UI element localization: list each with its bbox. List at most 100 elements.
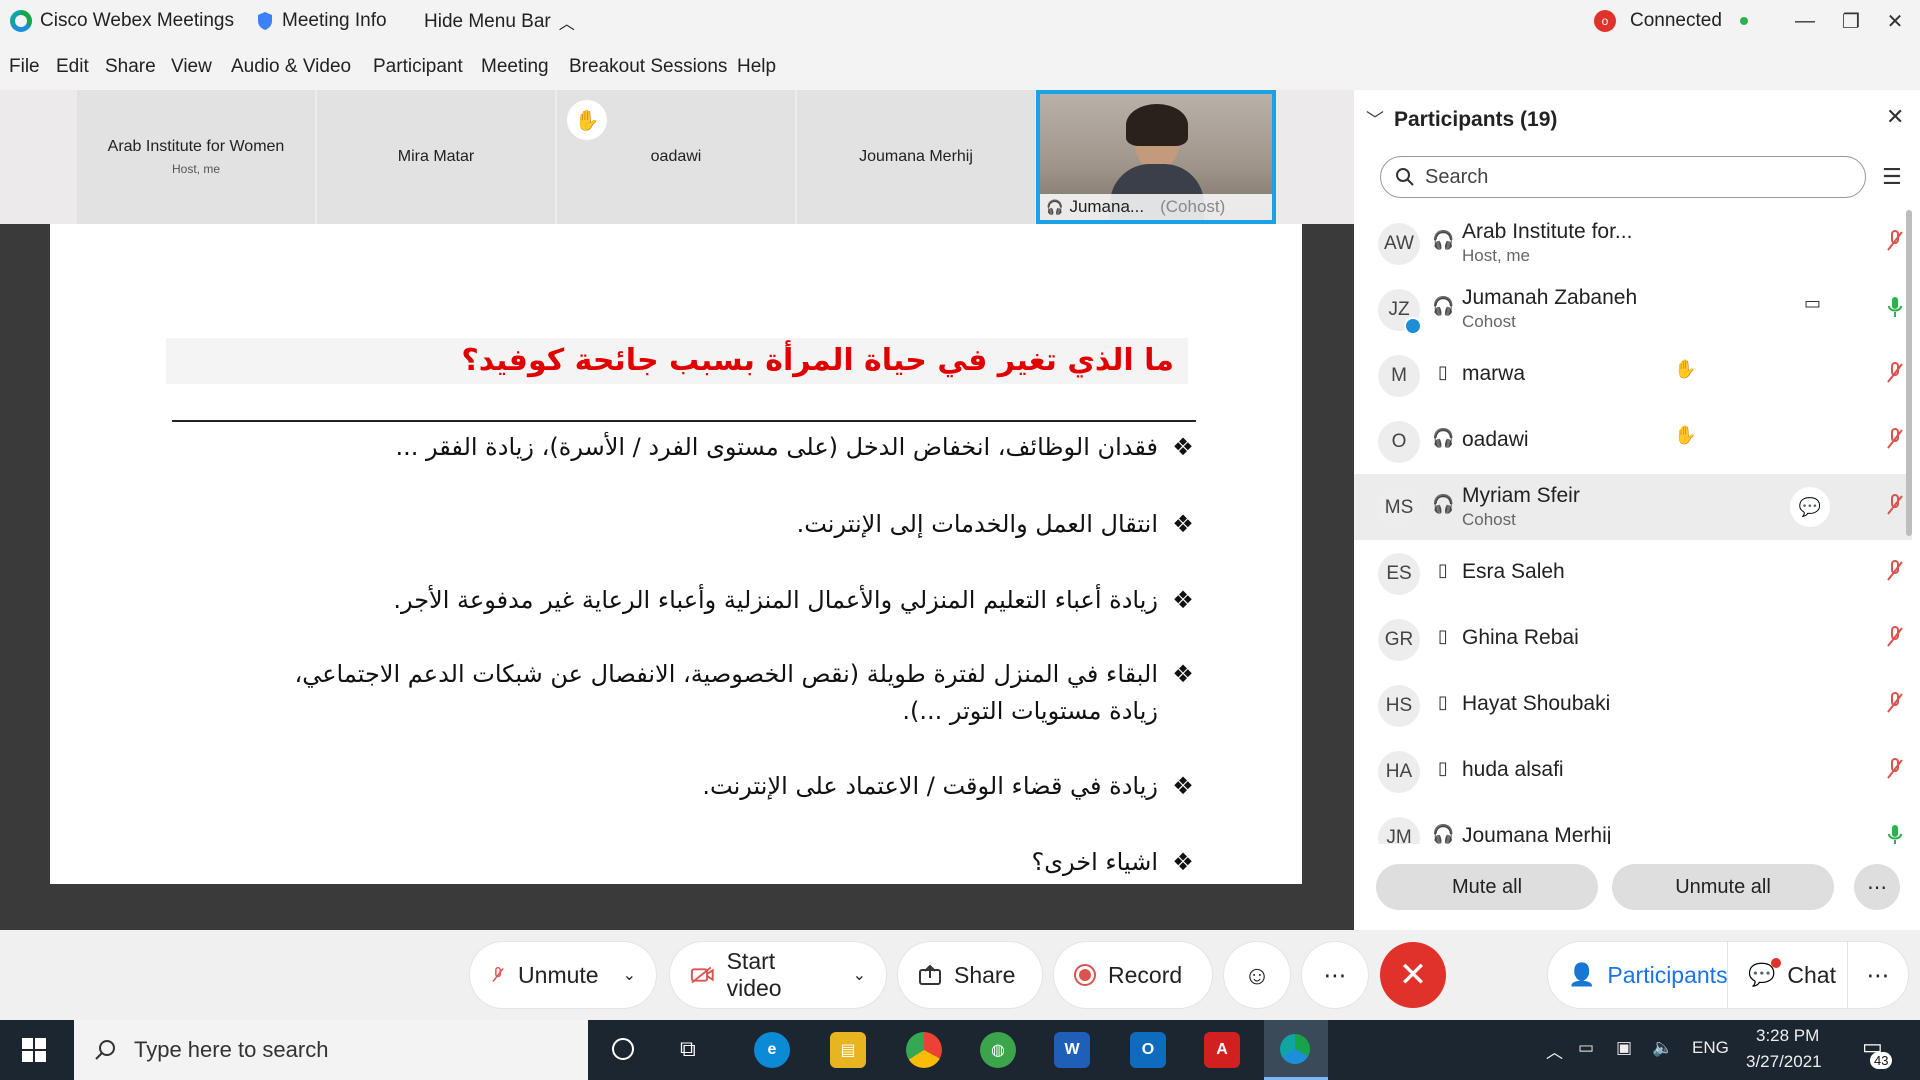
chevron-down-icon[interactable]: ⌄ (623, 965, 636, 985)
notification-count: 43 (1870, 1052, 1893, 1069)
mic-on-icon[interactable] (1884, 294, 1906, 320)
more-options-button[interactable]: ⋯ (1854, 864, 1900, 910)
menu-meeting[interactable]: Meeting (481, 56, 549, 78)
battery-icon[interactable]: ▭ (1578, 1038, 1594, 1058)
participant-row[interactable]: HS ▯ Hayat Shoubaki (1354, 672, 1912, 738)
chevron-down-icon[interactable]: ﹀ (1366, 106, 1384, 132)
mic-on-icon[interactable] (1884, 822, 1906, 844)
participant-row[interactable]: O 🎧 oadawi ✋ (1354, 408, 1912, 474)
avatar: HS (1378, 685, 1420, 727)
file-explorer-icon[interactable]: ▤ (830, 1032, 866, 1068)
chat-button[interactable]: 💬 Chat (1728, 942, 1848, 1008)
hide-menu-bar-button[interactable]: Hide Menu Bar ︿ (424, 10, 575, 34)
clock-date[interactable]: 3/27/2021 (1746, 1052, 1822, 1072)
participant-row[interactable]: ES ▯ Esra Saleh (1354, 540, 1912, 606)
record-button[interactable]: Record (1054, 942, 1212, 1008)
menu-participant[interactable]: Participant (373, 56, 463, 78)
language-indicator[interactable]: ENG (1692, 1038, 1729, 1058)
more-button[interactable]: ⋯ (1302, 942, 1368, 1008)
restore-button[interactable]: ❐ (1826, 4, 1876, 38)
acrobat-icon[interactable]: A (1204, 1032, 1240, 1068)
menu-help[interactable]: Help (737, 56, 776, 78)
end-meeting-button[interactable]: ✕ (1380, 942, 1446, 1008)
participant-row[interactable]: MS 🎧 Myriam Sfeir Cohost 💬 (1354, 474, 1912, 540)
outlook-icon[interactable]: O (1130, 1032, 1166, 1068)
participant-row[interactable]: JZ 🎧 Jumanah Zabaneh Cohost ▭ (1354, 276, 1912, 342)
volume-icon[interactable]: 🔈 (1652, 1038, 1673, 1058)
connected-dot-icon (1739, 17, 1748, 25)
participants-button[interactable]: 👤 Participants (1548, 942, 1728, 1008)
phone-icon: ▯ (1438, 362, 1448, 382)
video-tile[interactable]: ✋ oadawi (557, 90, 795, 224)
mic-muted-icon[interactable] (1884, 756, 1906, 782)
participant-row[interactable]: HA ▯ huda alsafi (1354, 738, 1912, 804)
diamond-bullet-icon: ❖ (1172, 510, 1194, 538)
panel-more-button[interactable]: ⋯ (1848, 942, 1908, 1008)
video-camera-icon: ▭ (1804, 293, 1822, 313)
edge-icon[interactable]: e (754, 1032, 790, 1068)
meeting-controls: Unmute ⌄ Start video ⌄ Share Record ☺ ⋯ … (0, 930, 1920, 1020)
windows-start-icon[interactable] (22, 1038, 46, 1062)
meeting-info-button[interactable]: Meeting Info (256, 10, 387, 32)
mic-muted-icon (492, 966, 504, 983)
globe-app-icon[interactable]: ◍ (980, 1032, 1016, 1068)
word-icon[interactable]: W (1054, 1032, 1090, 1068)
participant-row[interactable]: AW 🎧 Arab Institute for... Host, me (1354, 210, 1912, 276)
chat-icon: 💬 (1748, 958, 1782, 988)
menu-file[interactable]: File (9, 56, 40, 78)
unmute-all-button[interactable]: Unmute all (1612, 864, 1834, 910)
mic-muted-icon[interactable] (1884, 558, 1906, 584)
participant-row[interactable]: M ▯ marwa ✋ (1354, 342, 1912, 408)
mute-all-button[interactable]: Mute all (1376, 864, 1598, 910)
slide-bullet: ❖ اشياء اخرى؟ (296, 844, 1196, 881)
webex-taskbar-item[interactable] (1264, 1020, 1328, 1080)
avatar: AW (1378, 223, 1420, 265)
menu-breakout-sessions[interactable]: Breakout Sessions (569, 56, 727, 78)
chrome-icon[interactable] (906, 1032, 942, 1068)
menu-audio-video[interactable]: Audio & Video (231, 56, 351, 78)
menu-view[interactable]: View (171, 56, 212, 78)
chevron-down-icon[interactable]: ⌄ (853, 965, 866, 985)
connection-status[interactable]: o Connected (1594, 10, 1748, 32)
shield-icon (258, 12, 272, 30)
menu-edit[interactable]: Edit (56, 56, 89, 78)
share-button[interactable]: Share (898, 942, 1042, 1008)
participant-row[interactable]: GR ▯ Ghina Rebai (1354, 606, 1912, 672)
mic-muted-icon[interactable] (1884, 426, 1906, 452)
video-tile[interactable]: Joumana Merhij (797, 90, 1035, 224)
participants-scrollbar[interactable] (1906, 210, 1912, 536)
participant-row[interactable]: JM 🎧 Joumana Merhij (1354, 804, 1912, 844)
video-tile[interactable]: Arab Institute for Women Host, me (77, 90, 315, 224)
taskbar-search-input[interactable]: Type here to search (74, 1020, 588, 1080)
cortana-icon[interactable] (612, 1038, 634, 1060)
mic-muted-icon[interactable] (1884, 360, 1906, 386)
slide-bullet: ❖ زيادة في قضاء الوقت / الاعتماد على الإ… (296, 768, 1196, 805)
unmute-button[interactable]: Unmute ⌄ (470, 942, 656, 1008)
reactions-button[interactable]: ☺ (1224, 942, 1290, 1008)
avatar: GR (1378, 619, 1420, 661)
notifications-button[interactable]: ▭ 43 (1856, 1032, 1896, 1072)
diamond-bullet-icon: ❖ (1172, 660, 1194, 688)
task-view-icon[interactable]: ⧉ (680, 1036, 696, 1062)
mic-muted-icon[interactable] (1884, 624, 1906, 650)
search-icon (95, 1040, 115, 1060)
tray-chevron-up-icon[interactable]: ︿ (1546, 1038, 1563, 1063)
chat-bubble-icon[interactable]: 💬 (1790, 487, 1830, 527)
minimize-button[interactable]: — (1780, 4, 1830, 38)
slide-bullet: ❖ زيادة أعباء التعليم المنزلي والأعمال ا… (296, 582, 1196, 619)
video-tile[interactable]: Mira Matar (317, 90, 555, 224)
menu-share[interactable]: Share (105, 56, 156, 78)
sort-list-icon[interactable]: ☰ (1882, 164, 1902, 190)
network-icon[interactable]: ▣ (1616, 1038, 1632, 1058)
close-window-button[interactable]: ✕ (1870, 4, 1920, 38)
close-panel-icon[interactable]: ✕ (1886, 104, 1904, 130)
mic-muted-icon[interactable] (1884, 228, 1906, 254)
participant-search-input[interactable]: Search (1380, 156, 1866, 198)
mic-muted-icon[interactable] (1884, 492, 1906, 518)
mic-muted-icon[interactable] (1884, 690, 1906, 716)
app-title: Cisco Webex Meetings (10, 10, 234, 32)
clock-time[interactable]: 3:28 PM (1756, 1026, 1819, 1046)
webex-status-icon (1404, 317, 1422, 335)
start-video-button[interactable]: Start video ⌄ (670, 942, 886, 1008)
active-speaker-video[interactable]: 🎧 Jumana... (Cohost) (1036, 90, 1276, 224)
